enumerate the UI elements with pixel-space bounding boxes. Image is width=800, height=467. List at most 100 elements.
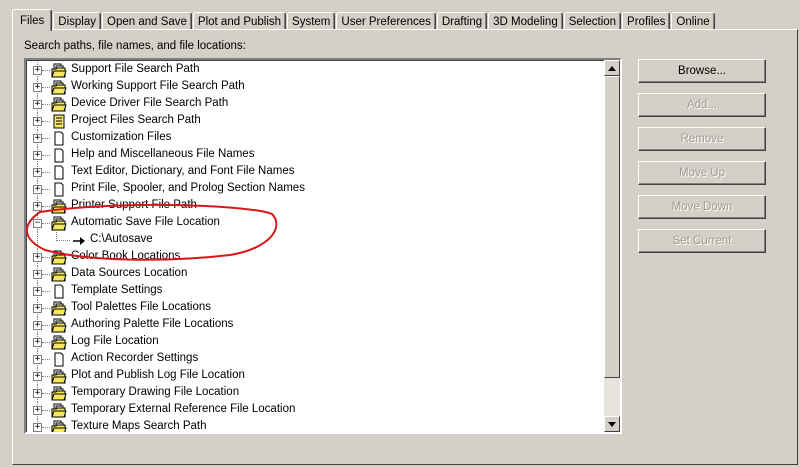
expand-toggle-icon[interactable]: +: [33, 202, 42, 211]
tree-node-customization-files[interactable]: + Customization Files: [26, 130, 606, 147]
tree-node-label: Customization Files: [71, 131, 172, 143]
tree-node-label: Action Recorder Settings: [71, 352, 199, 364]
tree-node-help-and-miscellaneous-file-names[interactable]: + Help and Miscellaneous File Names: [26, 147, 606, 164]
tree-node-texture-maps-search-path[interactable]: + Texture Maps Search Path: [26, 419, 606, 432]
folder-docs-icon: [51, 403, 67, 418]
arrow-right-icon: [72, 232, 86, 249]
tree-connector: [42, 257, 50, 258]
move-up-button[interactable]: Move Up: [638, 161, 766, 185]
tree-node-project-files-search-path[interactable]: + Project Files Search Path: [26, 113, 606, 130]
document-icon: [51, 165, 67, 180]
arrow-down-icon: [608, 421, 616, 427]
tree-connector: [42, 223, 50, 224]
tree-connector: [42, 138, 50, 139]
scroll-down-button[interactable]: [604, 416, 620, 432]
folder-docs-icon: [51, 386, 67, 401]
tree-node-authoring-palette-file-locations[interactable]: + Authoring Palette File Locations: [26, 317, 606, 334]
expand-toggle-icon[interactable]: +: [33, 117, 42, 126]
tree-node-label: Data Sources Location: [71, 267, 188, 279]
expand-toggle-icon[interactable]: +: [33, 168, 42, 177]
tree-connector: [42, 410, 50, 411]
remove-button[interactable]: Remove: [638, 127, 766, 151]
tab-display[interactable]: Display: [53, 12, 101, 30]
expand-toggle-icon[interactable]: +: [33, 321, 42, 330]
tab-profiles[interactable]: Profiles: [622, 12, 671, 30]
tree-connector: [42, 87, 50, 88]
tree-connector: [42, 427, 50, 428]
tree-connector: [42, 172, 50, 173]
tree-node-plot-and-publish-log-file-location[interactable]: + Plot and Publish Log File Location: [26, 368, 606, 385]
tree-node-temporary-external-reference-file-location[interactable]: + Temporary External Reference File Loca…: [26, 402, 606, 419]
expand-toggle-icon[interactable]: +: [33, 423, 42, 432]
folder-docs-icon: [51, 420, 67, 432]
tree-connector: [42, 206, 50, 207]
expand-toggle-icon[interactable]: +: [33, 304, 42, 313]
tree-connector: [37, 232, 38, 249]
tab-bar: Files Display Open and Save Plot and Publis…: [12, 6, 716, 31]
tab-plot-and-publish[interactable]: Plot and Publish: [192, 12, 287, 30]
scroll-up-button[interactable]: [604, 60, 620, 76]
tree-node-tool-palettes-file-locations[interactable]: + Tool Palettes File Locations: [26, 300, 606, 317]
tab-files[interactable]: Files: [12, 9, 53, 31]
expand-toggle-icon[interactable]: +: [33, 100, 42, 109]
set-current-button[interactable]: Set Current: [638, 229, 766, 253]
expand-toggle-icon[interactable]: +: [33, 287, 42, 296]
move-down-button[interactable]: Move Down: [638, 195, 766, 219]
expand-toggle-icon[interactable]: +: [33, 372, 42, 381]
tab-drafting[interactable]: Drafting: [436, 12, 488, 30]
tree-node-print-file-spooler-and-prolog-section-names[interactable]: + Print File, Spooler, and Prolog Sectio…: [26, 181, 606, 198]
tree-node-working-support-file-search-path[interactable]: + Working Support File Search Path: [26, 79, 606, 96]
browse-button[interactable]: Browse...: [638, 59, 766, 83]
add-button[interactable]: Add...: [638, 93, 766, 117]
expand-toggle-icon[interactable]: +: [33, 151, 42, 160]
expand-toggle-icon[interactable]: +: [33, 83, 42, 92]
expand-toggle-icon[interactable]: +: [33, 389, 42, 398]
tree-node-template-settings[interactable]: + Template Settings: [26, 283, 606, 300]
expand-toggle-icon[interactable]: +: [33, 66, 42, 75]
tree-node-color-book-locations[interactable]: + Color Book Locations: [26, 249, 606, 266]
tab-system[interactable]: System: [287, 12, 336, 30]
tree-child-c-autosave[interactable]: C:\Autosave: [26, 232, 606, 249]
tab-online[interactable]: Online: [671, 12, 715, 30]
tab-selection[interactable]: Selection: [563, 12, 622, 30]
tree-connector: [42, 342, 50, 343]
tree-node-device-driver-file-search-path[interactable]: + Device Driver File Search Path: [26, 96, 606, 113]
tree-node-automatic-save-file-location[interactable]: − Automatic Save File Location: [26, 215, 606, 232]
tree-node-log-file-location[interactable]: + Log File Location: [26, 334, 606, 351]
tree-node-action-recorder-settings[interactable]: + Action Recorder Settings: [26, 351, 606, 368]
tree-node-label: Color Book Locations: [71, 250, 181, 262]
tree-node-label: Printer Support File Path: [71, 199, 197, 211]
tree-node-label: Template Settings: [71, 284, 163, 296]
tree-node-label: Temporary Drawing File Location: [71, 386, 240, 398]
tree-node-printer-support-file-path[interactable]: + Printer Support File Path: [26, 198, 606, 215]
vertical-scrollbar[interactable]: [604, 60, 620, 432]
tree-node-label: Help and Miscellaneous File Names: [71, 148, 255, 160]
collapse-toggle-icon[interactable]: −: [33, 219, 42, 228]
tree-node-data-sources-location[interactable]: + Data Sources Location: [26, 266, 606, 283]
tree-node-text-editor-dictionary-and-font-file-names[interactable]: + Text Editor, Dictionary, and Font File…: [26, 164, 606, 181]
project-files-icon: [51, 114, 67, 129]
expand-toggle-icon[interactable]: +: [33, 253, 42, 262]
folder-docs-icon: [51, 335, 67, 350]
expand-toggle-icon[interactable]: +: [33, 185, 42, 194]
tree-node-label: Authoring Palette File Locations: [71, 318, 234, 330]
tree-connector: [42, 291, 50, 292]
tree-connector: [56, 240, 70, 241]
tab-user-preferences[interactable]: User Preferences: [336, 12, 436, 30]
file-locations-tree[interactable]: + Support File Search Path + Working Sup…: [24, 58, 622, 434]
folder-docs-icon: [51, 369, 67, 384]
tab-open-and-save[interactable]: Open and Save: [102, 12, 192, 30]
section-label: Search paths, file names, and file locat…: [24, 40, 246, 52]
expand-toggle-icon[interactable]: +: [33, 270, 42, 279]
folder-docs-icon: [51, 80, 67, 95]
expand-toggle-icon[interactable]: +: [33, 338, 42, 347]
expand-toggle-icon[interactable]: +: [33, 406, 42, 415]
scroll-thumb[interactable]: [604, 76, 620, 378]
tree-connector: [42, 189, 50, 190]
expand-toggle-icon[interactable]: +: [33, 355, 42, 364]
tree-node-support-file-search-path[interactable]: + Support File Search Path: [26, 62, 606, 79]
tab-3d-modeling[interactable]: 3D Modeling: [488, 12, 563, 30]
tree-connector: [42, 325, 50, 326]
tree-node-temporary-drawing-file-location[interactable]: + Temporary Drawing File Location: [26, 385, 606, 402]
expand-toggle-icon[interactable]: +: [33, 134, 42, 143]
